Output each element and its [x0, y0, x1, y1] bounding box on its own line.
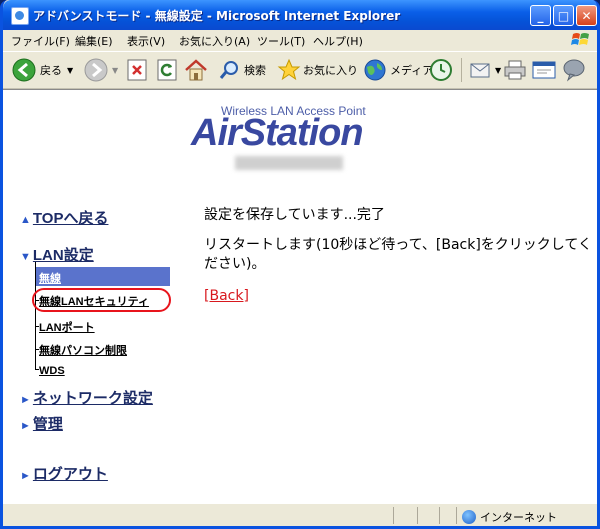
- menu-file[interactable]: ファイル(F): [11, 33, 70, 49]
- model-number-blurred: [235, 156, 343, 170]
- menu-bar: ファイル(F) 編集(E) 表示(V) お気に入り(A) ツール(T) ヘルプ(…: [3, 30, 597, 50]
- favorites-star-icon: [277, 58, 301, 81]
- nav-network-link[interactable]: ► ネットワーク設定: [20, 387, 153, 408]
- page-content: Wireless LAN Access Point AirStation ▲ TO…: [3, 89, 597, 503]
- close-button[interactable]: ✕: [576, 5, 597, 26]
- back-button[interactable]: 戻る ▼: [11, 56, 73, 84]
- media-label: メディア: [390, 64, 434, 77]
- right-triangle-icon: ►: [20, 420, 31, 432]
- ie-icon: [11, 7, 29, 25]
- menu-view[interactable]: 表示(V): [127, 33, 165, 49]
- menu-edit[interactable]: 編集(E): [75, 33, 113, 49]
- media-button[interactable]: メディア: [363, 56, 433, 84]
- status-separator: [456, 507, 457, 524]
- sidebar-item-mac-filter[interactable]: 無線パソコン制限: [39, 342, 127, 362]
- highlight-circle-annotation: [32, 288, 171, 312]
- nav-top-link[interactable]: ▲ TOPへ戻る: [20, 207, 108, 228]
- menu-tools[interactable]: ツール(T): [257, 33, 305, 49]
- minimize-button[interactable]: _: [530, 5, 551, 26]
- printer-icon: [504, 60, 526, 80]
- window-title: アドバンストモード - 無線設定 - Microsoft Internet Ex…: [33, 9, 401, 23]
- back-link[interactable]: [Back]: [204, 288, 249, 304]
- favorites-button[interactable]: お気に入り: [277, 56, 358, 84]
- history-icon: [430, 59, 452, 81]
- sidebar-item-lan-port[interactable]: LANポート: [39, 319, 95, 339]
- sidebar-item-wireless[interactable]: 無線: [36, 267, 170, 286]
- stop-button[interactable]: [127, 56, 147, 84]
- sidebar-nav: ▲ TOPへ戻る ▼ LAN設定 無線 無線LANセキュリティ LANポート 無線: [3, 90, 178, 503]
- mail-dropdown-icon[interactable]: ▼: [495, 66, 501, 75]
- back-arrow-icon: [12, 58, 36, 82]
- security-zone[interactable]: インターネット: [462, 509, 557, 525]
- mail-envelope-icon: [470, 63, 490, 78]
- status-bar: インターネット: [3, 503, 597, 526]
- nav-admin-link[interactable]: ► 管理: [20, 413, 63, 434]
- edit-document-icon: [532, 61, 556, 79]
- sidebar-item-wds[interactable]: WDS: [39, 365, 65, 385]
- nav-logout-link[interactable]: ► ログアウト: [20, 463, 108, 484]
- messenger-icon: [563, 59, 585, 82]
- down-triangle-icon: ▼: [20, 251, 31, 263]
- right-triangle-icon: ►: [20, 470, 31, 482]
- internet-globe-icon: [462, 510, 476, 524]
- favorites-label: お気に入り: [303, 64, 358, 77]
- maximize-button[interactable]: □: [553, 5, 574, 26]
- history-button[interactable]: [429, 56, 453, 84]
- back-label: 戻る: [40, 64, 62, 77]
- menu-help[interactable]: ヘルプ(H): [313, 33, 363, 49]
- forward-dropdown-icon[interactable]: ▼: [112, 66, 118, 75]
- up-triangle-icon: ▲: [20, 214, 31, 226]
- nav-lan-section[interactable]: ▼ LAN設定: [20, 244, 94, 265]
- mail-button[interactable]: ▼: [469, 56, 501, 84]
- menu-favorites[interactable]: お気に入り(A): [179, 33, 250, 49]
- print-button[interactable]: [503, 56, 527, 84]
- search-label: 検索: [244, 64, 266, 77]
- messenger-button[interactable]: [561, 56, 587, 84]
- status-separator: [417, 507, 418, 524]
- search-button[interactable]: 検索: [219, 56, 266, 84]
- status-separator: [393, 507, 394, 524]
- airstation-logo: AirStation: [191, 112, 364, 154]
- media-globe-icon: [364, 59, 386, 81]
- windows-logo-icon: [571, 33, 589, 45]
- toolbar: 戻る ▼ ▼ 検索 お気に入り メディア ▼: [3, 51, 597, 89]
- right-triangle-icon: ►: [20, 394, 31, 406]
- home-button[interactable]: [183, 56, 209, 84]
- forward-button[interactable]: ▼: [83, 56, 118, 84]
- restart-message: リスタートします(10秒ほど待って、[Back]をクリックしてください)。: [204, 237, 592, 272]
- toolbar-separator: [461, 58, 462, 82]
- status-separator: [439, 507, 440, 524]
- forward-arrow-icon: [84, 58, 108, 82]
- save-complete-message: 設定を保存しています...完了: [204, 207, 385, 223]
- search-icon: [219, 61, 238, 79]
- browser-window: アドバンストモード - 無線設定 - Microsoft Internet Ex…: [0, 0, 600, 529]
- title-bar[interactable]: アドバンストモード - 無線設定 - Microsoft Internet Ex…: [3, 0, 597, 30]
- home-icon: [185, 59, 207, 81]
- back-dropdown-icon[interactable]: ▼: [67, 66, 73, 75]
- zone-label: インターネット: [480, 511, 557, 524]
- refresh-icon: [157, 59, 177, 81]
- edit-button[interactable]: [531, 56, 557, 84]
- stop-icon: [127, 59, 147, 81]
- refresh-button[interactable]: [157, 56, 177, 84]
